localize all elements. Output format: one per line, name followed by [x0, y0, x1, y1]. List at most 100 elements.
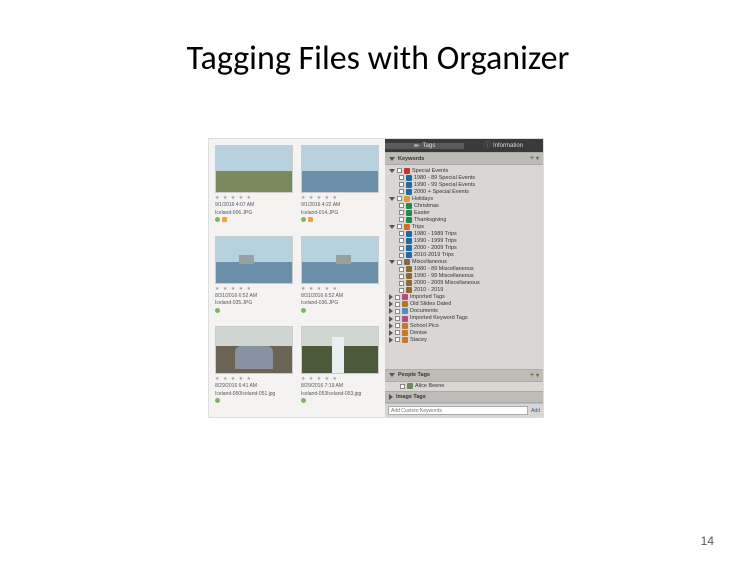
- checkbox[interactable]: [395, 337, 400, 342]
- disclosure-triangle-icon[interactable]: [389, 169, 395, 173]
- thumbnail-image[interactable]: [215, 236, 293, 284]
- thumb-cell[interactable]: ★ ★ ★ ★ ★ 8/29/2016 6:41 AM Iceland-050I…: [215, 326, 293, 411]
- tree-node[interactable]: Imported Keyword Tags: [387, 315, 540, 322]
- checkbox[interactable]: [395, 323, 400, 328]
- disclosure-triangle-icon[interactable]: [389, 308, 393, 314]
- thumbnail-image[interactable]: [301, 326, 379, 374]
- checkbox[interactable]: [399, 288, 404, 293]
- custom-keyword-input[interactable]: [388, 406, 528, 415]
- tree-node[interactable]: 2010-2019 Trips: [387, 252, 540, 259]
- tree-node[interactable]: Easter: [387, 209, 540, 216]
- category-color-icon: [402, 301, 408, 307]
- thumb-cell[interactable]: ★ ★ ★ ★ ★ 9/1/2016 4:22 AM Iceland-014.J…: [301, 145, 379, 230]
- disclosure-triangle-icon[interactable]: [389, 337, 393, 343]
- checkbox[interactable]: [395, 302, 400, 307]
- rating-stars[interactable]: ★ ★ ★ ★ ★: [215, 195, 293, 201]
- checkbox[interactable]: [399, 175, 404, 180]
- gear-icon[interactable]: ▾: [536, 372, 539, 379]
- tree-node[interactable]: 1990 - 99 Special Events: [387, 181, 540, 188]
- tree-node[interactable]: Alice Beene: [388, 383, 540, 390]
- checkbox[interactable]: [395, 316, 400, 321]
- checkbox[interactable]: [399, 182, 404, 187]
- tree-node-label: 1990 - 99 Miscellaneous: [414, 273, 474, 279]
- disclosure-triangle-icon[interactable]: [389, 394, 393, 400]
- tab-tags[interactable]: Tags: [385, 143, 464, 149]
- thumb-cell[interactable]: ★ ★ ★ ★ ★ 8/29/2016 7:19 AM Iceland-053I…: [301, 326, 379, 411]
- checkbox[interactable]: [399, 203, 404, 208]
- thumb-cell[interactable]: ★ ★ ★ ★ ★ 8/31/2016 6:52 AM Iceland-036.…: [301, 236, 379, 321]
- thumbnail-image[interactable]: [215, 326, 293, 374]
- disclosure-triangle-icon[interactable]: [389, 373, 395, 377]
- checkbox[interactable]: [400, 384, 405, 389]
- thumbnail-image[interactable]: [215, 145, 293, 193]
- section-people-header[interactable]: People Tags + ▾: [385, 369, 543, 382]
- section-image-header[interactable]: Image Tags: [385, 391, 543, 403]
- disclosure-triangle-icon[interactable]: [389, 225, 395, 229]
- disclosure-triangle-icon[interactable]: [389, 294, 393, 300]
- thumb-date: 8/29/2016 7:19 AM: [301, 383, 379, 390]
- tree-node[interactable]: Imported Tags: [387, 294, 540, 301]
- checkbox[interactable]: [395, 295, 400, 300]
- tree-node[interactable]: 2000 - 2009 Miscellaneous: [387, 280, 540, 287]
- thumb-cell[interactable]: ★ ★ ★ ★ ★ 8/31/2016 6:52 AM Iceland-035.…: [215, 236, 293, 321]
- tag-chip-icon: [301, 217, 306, 222]
- disclosure-triangle-icon[interactable]: [389, 157, 395, 161]
- rating-stars[interactable]: ★ ★ ★ ★ ★: [301, 195, 379, 201]
- tree-node[interactable]: Miscellaneous: [387, 259, 540, 266]
- tree-node[interactable]: 1980 - 89 Special Events: [387, 174, 540, 181]
- add-keyword-icon[interactable]: +: [530, 155, 534, 162]
- tree-node[interactable]: Christmas: [387, 202, 540, 209]
- checkbox[interactable]: [397, 196, 402, 201]
- checkbox[interactable]: [399, 274, 404, 279]
- gear-icon[interactable]: ▾: [536, 155, 539, 162]
- tree-node[interactable]: Old Slides Dated: [387, 301, 540, 308]
- tree-node[interactable]: Holidays: [387, 195, 540, 202]
- disclosure-triangle-icon[interactable]: [389, 330, 393, 336]
- tag-chip-icon: [215, 308, 220, 313]
- tree-node[interactable]: School Pics: [387, 322, 540, 329]
- tree-node[interactable]: 1990 - 1999 Trips: [387, 237, 540, 244]
- tree-node[interactable]: Special Events: [387, 167, 540, 174]
- tree-node[interactable]: Trips: [387, 223, 540, 230]
- checkbox[interactable]: [395, 309, 400, 314]
- rating-stars[interactable]: ★ ★ ★ ★ ★: [301, 376, 379, 382]
- tree-node[interactable]: 1990 - 99 Miscellaneous: [387, 273, 540, 280]
- tree-node[interactable]: Stacey: [387, 336, 540, 343]
- checkbox[interactable]: [399, 238, 404, 243]
- rating-stars[interactable]: ★ ★ ★ ★ ★: [215, 286, 293, 292]
- tree-node[interactable]: 2000 - 2009 Trips: [387, 245, 540, 252]
- checkbox[interactable]: [399, 267, 404, 272]
- tree-node[interactable]: Documents: [387, 308, 540, 315]
- thumb-cell[interactable]: ★ ★ ★ ★ ★ 9/1/2016 4:07 AM Iceland-006.J…: [215, 145, 293, 230]
- checkbox[interactable]: [399, 231, 404, 236]
- checkbox[interactable]: [399, 217, 404, 222]
- checkbox[interactable]: [397, 224, 402, 229]
- tree-node[interactable]: 1980 - 1989 Trips: [387, 230, 540, 237]
- checkbox[interactable]: [399, 281, 404, 286]
- checkbox[interactable]: [397, 168, 402, 173]
- tree-node[interactable]: Denise: [387, 329, 540, 336]
- add-link[interactable]: Add: [531, 408, 540, 414]
- checkbox[interactable]: [399, 189, 404, 194]
- checkbox[interactable]: [399, 246, 404, 251]
- tree-node[interactable]: Thanksgiving: [387, 216, 540, 223]
- tree-node[interactable]: 2010 - 2019: [387, 287, 540, 294]
- checkbox[interactable]: [399, 253, 404, 258]
- checkbox[interactable]: [395, 330, 400, 335]
- section-keywords-header[interactable]: Keywords + ▾: [385, 152, 543, 165]
- rating-stars[interactable]: ★ ★ ★ ★ ★: [301, 286, 379, 292]
- disclosure-triangle-icon[interactable]: [389, 323, 393, 329]
- tree-node[interactable]: 2000 + Special Events: [387, 188, 540, 195]
- tree-node[interactable]: 1980 - 89 Miscellaneous: [387, 266, 540, 273]
- checkbox[interactable]: [397, 260, 402, 265]
- tab-information[interactable]: Information: [464, 143, 543, 149]
- disclosure-triangle-icon[interactable]: [389, 197, 395, 201]
- thumbnail-image[interactable]: [301, 145, 379, 193]
- disclosure-triangle-icon[interactable]: [389, 316, 393, 322]
- rating-stars[interactable]: ★ ★ ★ ★ ★: [215, 376, 293, 382]
- add-person-icon[interactable]: +: [530, 372, 534, 379]
- checkbox[interactable]: [399, 210, 404, 215]
- thumbnail-image[interactable]: [301, 236, 379, 284]
- disclosure-triangle-icon[interactable]: [389, 260, 395, 264]
- disclosure-triangle-icon[interactable]: [389, 301, 393, 307]
